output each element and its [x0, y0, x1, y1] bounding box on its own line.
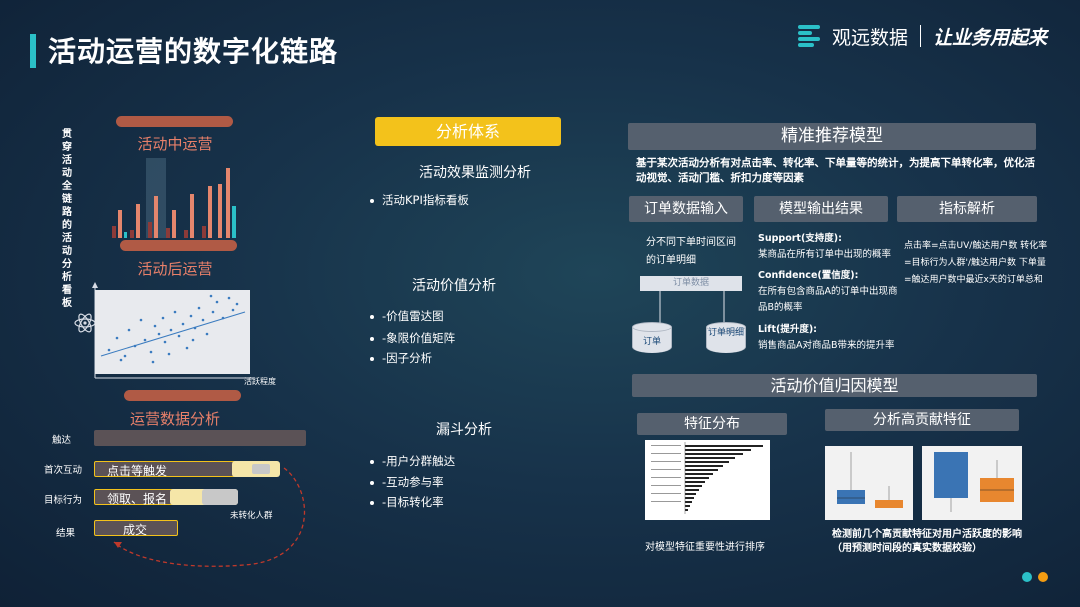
logo-divider [920, 25, 922, 47]
page-dot-icon [1022, 572, 1032, 582]
boxplot-chart [825, 446, 913, 520]
section-bar [120, 240, 237, 251]
analysis-item: -象限价值矩阵 [370, 330, 455, 346]
analysis-item: -因子分析 [370, 350, 432, 366]
analysis-group-title: 漏斗分析 [436, 422, 492, 438]
section-bar [124, 390, 241, 401]
analysis-item: 活动KPI指标看板 [370, 192, 469, 208]
scatter-axis-label: 活跃程度 [244, 377, 276, 386]
page-indicator [1022, 572, 1052, 584]
order-data-box: 订单数据 [640, 276, 742, 291]
analysis-item: -互动参与率 [370, 474, 444, 490]
funnel-row-label: 触达 [52, 435, 72, 446]
col-header: 订单数据输入 [629, 196, 743, 222]
analysis-group-title: 活动效果监测分析 [419, 165, 531, 181]
scatter-plot [95, 290, 250, 374]
brand-logo: 观远数据 让业务用起来 [798, 22, 1058, 50]
analysis-item: -用户分群触达 [370, 453, 455, 469]
connector-lines [659, 291, 725, 323]
page-dot-icon [1038, 572, 1048, 582]
section-label: 活动后运营 [137, 260, 213, 278]
funnel-row-label: 目标行为 [44, 495, 83, 506]
section-label: 运营数据分析 [129, 410, 220, 428]
model1-title: 精准推荐模型 [628, 123, 1036, 150]
analysis-system-tag: 分析体系 [375, 117, 561, 146]
slogan: 让业务用起来 [933, 26, 1048, 49]
feature-dist-header: 特征分布 [637, 413, 787, 435]
feature-importance-chart [645, 440, 770, 520]
logo-icon [798, 23, 824, 49]
logo-text: 观远数据 [832, 26, 909, 49]
funnel-row-label: 首次互动 [44, 465, 83, 476]
vertical-label: 贯穿活动全链路的活动分析看板 [62, 129, 72, 309]
col-header: 模型输出结果 [754, 196, 888, 222]
output-support: Support(支持度): 某商品在所有订单中出现的概率 Confidence(… [758, 233, 898, 351]
metric-definitions: 点击率=点击UV/触达用户数 转化率=目标行为人群'/触达用户数 下单量=触达用… [904, 241, 1048, 285]
section-bar [116, 116, 233, 127]
feature-dist-caption: 对模型特征重要性进行排序 [645, 542, 765, 553]
page-title: 活动运营的数字化链路 [48, 35, 339, 68]
col-header: 指标解析 [897, 196, 1037, 222]
funnel-row-label: 结果 [56, 528, 76, 539]
boxplot-chart [922, 446, 1022, 520]
analysis-item: -目标转化率 [370, 494, 444, 510]
high-contrib-header: 分析高贡献特征 [825, 409, 1019, 431]
order-detail-db-icon: 订单明细 [706, 322, 746, 356]
model1-description: 基于某次活动分析有对点击率、转化率、下单量等的统计，为提高下单转化率，优化活动视… [636, 157, 1035, 184]
analysis-item: -价值雷达图 [370, 308, 444, 324]
order-db-icon: 订单 [632, 322, 672, 356]
analysis-group-title: 活动价值分析 [412, 278, 496, 294]
funnel-loop-arrow [113, 467, 306, 567]
funnel-bar [94, 430, 306, 446]
high-contrib-caption: 检测前几个高贡献特征对用户活跃度的影响（用预测时间段的真实数据校验） [832, 529, 1022, 554]
input-description: 分不同下单时间区间的订单明细 [646, 237, 736, 266]
activity-bar-chart [112, 158, 236, 238]
title-accent-bar [30, 34, 36, 68]
model2-title: 活动价值归因模型 [632, 374, 1037, 397]
